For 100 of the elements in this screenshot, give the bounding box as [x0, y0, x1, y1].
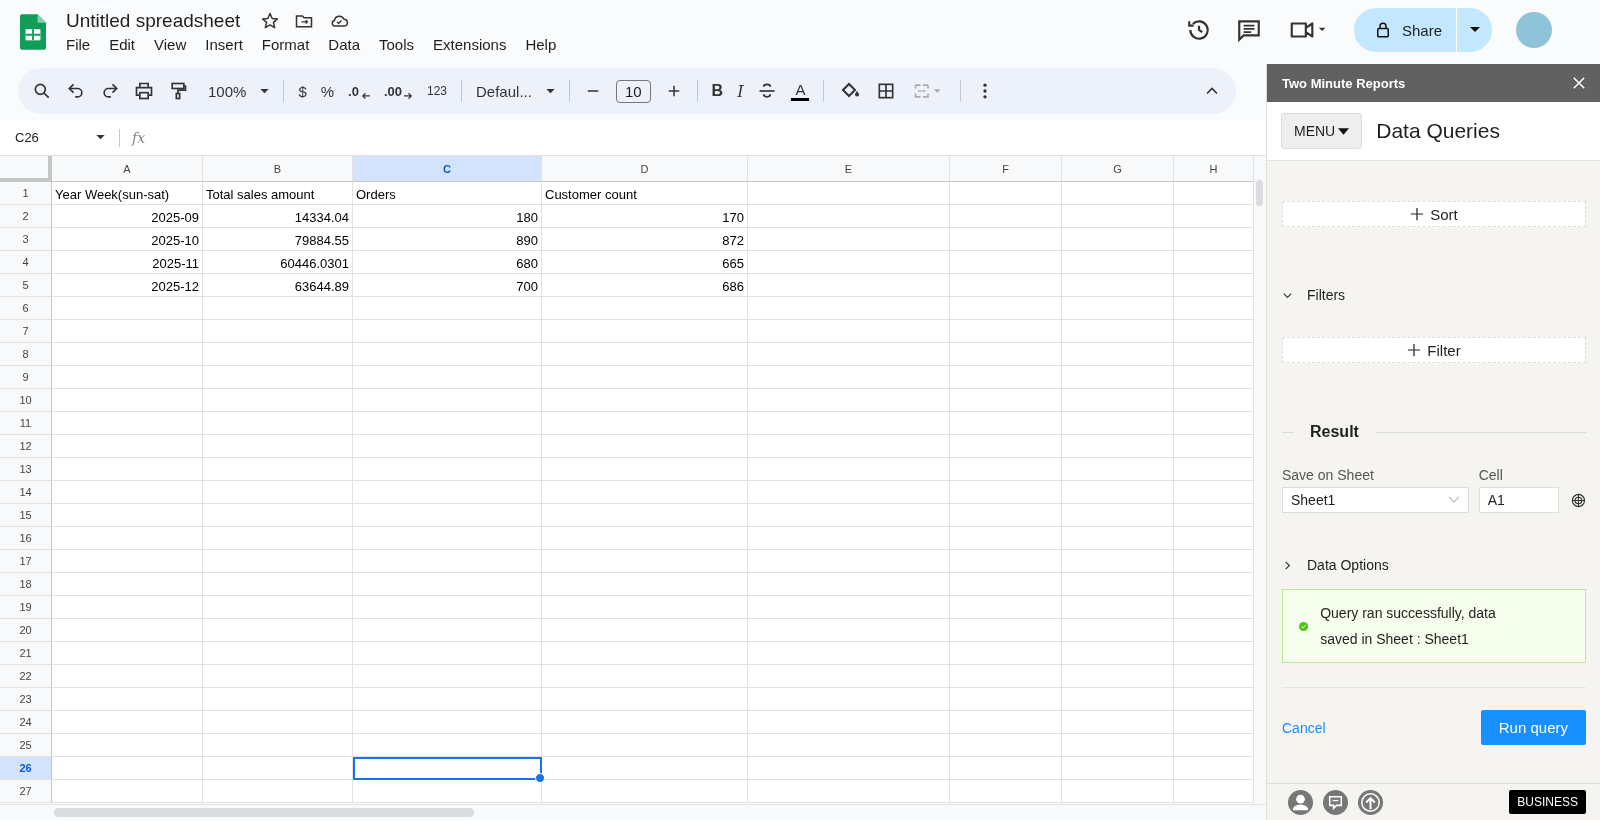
bold-button[interactable]: B [711, 82, 724, 100]
number-format-button[interactable]: 123 [427, 84, 447, 98]
column-header[interactable]: H [1174, 156, 1253, 182]
font-size-field[interactable]: 10 [615, 79, 651, 103]
arrow-right-icon [404, 90, 413, 99]
filters-toggle[interactable]: Filters [1282, 287, 1586, 303]
selected-cell[interactable] [353, 757, 542, 780]
table-cell: 686 [542, 274, 748, 297]
row-header[interactable]: 9 [0, 366, 52, 389]
menu-item[interactable]: File [66, 36, 91, 53]
star-icon[interactable] [260, 11, 281, 31]
row-header[interactable]: 11 [0, 412, 52, 435]
menu-item[interactable]: Edit [109, 36, 136, 53]
row-header[interactable]: 7 [0, 320, 52, 343]
column-header[interactable]: C [353, 156, 542, 182]
table-cell: 170 [542, 205, 748, 228]
cell-input[interactable]: A1 [1478, 487, 1560, 513]
row-header[interactable]: 13 [0, 458, 52, 481]
row-header[interactable]: 24 [0, 711, 52, 734]
column-header[interactable]: E [748, 156, 950, 182]
strikethrough-icon[interactable] [757, 81, 778, 101]
search-icon[interactable] [32, 81, 52, 101]
panel-heading: Data Queries [1376, 119, 1500, 143]
row-header[interactable]: 20 [0, 619, 52, 642]
column-header[interactable]: F [950, 156, 1062, 182]
row-header[interactable]: 8 [0, 343, 52, 366]
row-header[interactable]: 21 [0, 642, 52, 665]
row-header[interactable]: 6 [0, 297, 52, 320]
row-header[interactable]: 22 [0, 665, 52, 688]
font-dropdown[interactable]: Defaul... [476, 82, 555, 100]
table-cell: 180 [353, 205, 542, 228]
menu-button[interactable]: MENU [1281, 113, 1363, 149]
row-header[interactable]: 26 [0, 757, 52, 780]
italic-button[interactable]: I [737, 81, 744, 101]
add-filter-button[interactable]: Filter [1282, 337, 1586, 363]
share-button[interactable]: Share [1353, 8, 1456, 52]
horizontal-scrollbar[interactable] [0, 804, 1266, 820]
print-icon[interactable] [134, 81, 154, 101]
crosshair-icon[interactable] [1571, 493, 1586, 508]
row-header[interactable]: 27 [0, 780, 52, 803]
caret-icon [1469, 27, 1480, 33]
decrease-decimal-button[interactable]: .0 [348, 83, 370, 99]
row-header[interactable]: 17 [0, 550, 52, 573]
table-cell: Customer count [542, 182, 748, 205]
document-title[interactable]: Untitled spreadsheet [66, 10, 241, 32]
row-header[interactable]: 5 [0, 274, 52, 297]
row-header[interactable]: 10 [0, 389, 52, 412]
row-header[interactable]: 2 [0, 205, 52, 228]
row-header[interactable]: 3 [0, 228, 52, 251]
row-header[interactable]: 25 [0, 734, 52, 757]
row-header[interactable]: 16 [0, 527, 52, 550]
table-cell: 2025-10 [52, 228, 203, 251]
success-message: Query ran successfully, data saved in Sheet : Sheet1 [1320, 604, 1497, 649]
zoom-dropdown[interactable]: 100% [208, 82, 270, 100]
column-header[interactable]: G [1062, 156, 1174, 182]
table-cell: 14334.04 [203, 205, 353, 228]
text-color-button[interactable]: A [791, 81, 810, 101]
row-header[interactable]: 18 [0, 573, 52, 596]
data-options-toggle[interactable]: Data Options [1282, 557, 1586, 573]
name-box[interactable]: C26 [0, 130, 105, 145]
row-header[interactable]: 4 [0, 251, 52, 274]
redo-icon[interactable] [100, 81, 120, 101]
row-header[interactable]: 23 [0, 688, 52, 711]
menu-item[interactable]: Insert [205, 36, 243, 53]
comment-icon[interactable] [1235, 17, 1262, 43]
chevron-down-icon [1447, 496, 1460, 504]
paint-format-icon[interactable] [168, 81, 188, 101]
plus-icon [1410, 207, 1425, 221]
row-header[interactable]: 1 [0, 182, 52, 205]
row-header[interactable]: 14 [0, 481, 52, 504]
borders-icon[interactable] [876, 81, 897, 101]
menu-item[interactable]: Help [525, 36, 557, 53]
increase-decimal-button[interactable]: .00 [383, 83, 413, 99]
menu-item[interactable]: View [154, 36, 187, 53]
menu-item[interactable]: Tools [379, 36, 415, 53]
percent-format-button[interactable]: % [320, 82, 335, 100]
row-header[interactable]: 12 [0, 435, 52, 458]
menu-item[interactable]: Extensions [433, 36, 507, 53]
vertical-scrollbar[interactable] [1253, 156, 1266, 804]
menu-item[interactable]: Format [261, 36, 310, 53]
row-header[interactable]: 19 [0, 596, 52, 619]
column-header[interactable]: D [542, 156, 748, 182]
user-icon[interactable] [1287, 788, 1314, 816]
caret-icon [96, 135, 105, 140]
table-cell: 665 [542, 251, 748, 274]
upload-icon[interactable] [1357, 788, 1384, 816]
column-header[interactable]: B [203, 156, 353, 182]
currency-format-button[interactable]: $ [298, 82, 307, 100]
column-header[interactable]: A [52, 156, 203, 182]
close-icon[interactable] [1570, 74, 1588, 92]
menu-item[interactable]: Data [328, 36, 360, 53]
table-cell: 700 [353, 274, 542, 297]
sheet-select[interactable]: Sheet1 [1282, 487, 1469, 513]
add-sort-button[interactable]: Sort [1282, 201, 1586, 227]
table-cell: 680 [353, 251, 542, 274]
row-header[interactable]: 15 [0, 504, 52, 527]
history-icon[interactable] [1185, 17, 1212, 43]
undo-icon[interactable] [66, 81, 86, 101]
chat-icon[interactable] [1322, 788, 1349, 816]
sheets-logo-icon [20, 14, 46, 50]
